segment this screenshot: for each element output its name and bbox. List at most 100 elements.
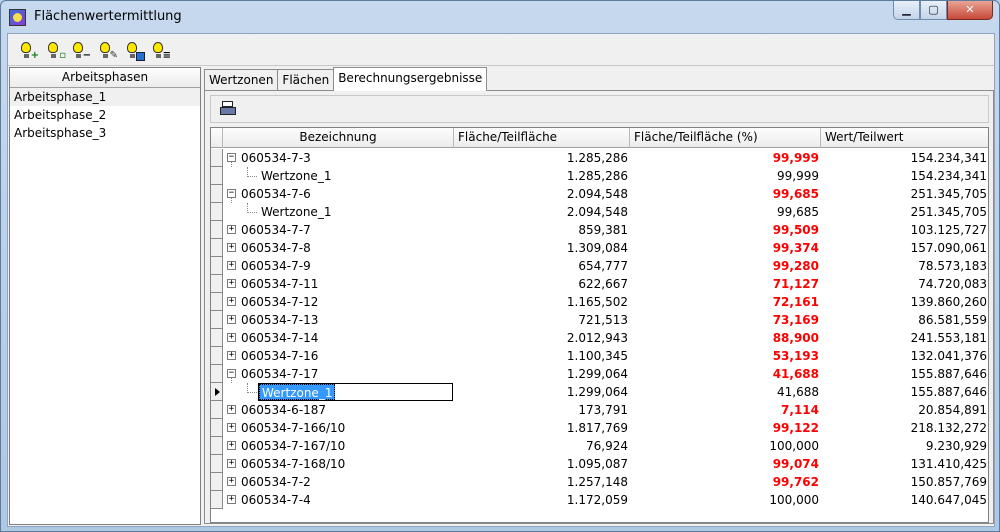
row-selector[interactable] — [211, 167, 223, 185]
column-header[interactable]: Fläche/Teilfläche (%) — [630, 128, 821, 148]
tab-1[interactable]: Flächen — [277, 69, 335, 91]
expand-icon[interactable]: + — [227, 315, 236, 324]
expand-icon[interactable]: + — [227, 495, 236, 504]
value-cell: 86.581,559 — [918, 313, 987, 327]
row-selector[interactable] — [211, 491, 223, 509]
table-row[interactable]: +060534-7-14 2.012,943 88,900 241.553,181 — [211, 329, 988, 347]
area-cell: 859,381 — [578, 223, 628, 237]
client-area: + ▫ − ✎ ≡ Arbeitsphasen Arbeitsphase_1 Ar… — [7, 33, 995, 527]
row-selector[interactable] — [211, 437, 223, 455]
expand-icon[interactable]: + — [227, 297, 236, 306]
expand-icon[interactable]: + — [227, 243, 236, 252]
row-selector[interactable] — [211, 455, 223, 473]
collapse-icon[interactable]: − — [227, 369, 236, 378]
table-row[interactable]: +060534-7-13 721,513 73,169 86.581,559 — [211, 311, 988, 329]
row-name: 060534-7-168/10 — [241, 457, 346, 471]
row-selector[interactable] — [211, 383, 223, 401]
table-row[interactable]: +060534-7-11 622,667 71,127 74.720,083 — [211, 275, 988, 293]
table-row[interactable]: −060534-7-3 1.285,286 99,999 154.234,341 — [211, 149, 988, 167]
table-row[interactable]: +060534-7-9 654,777 99,280 78.573,183 — [211, 257, 988, 275]
minimize-button[interactable]: ▁ — [893, 1, 920, 20]
collapse-icon[interactable]: − — [227, 153, 236, 162]
phases-header[interactable]: Arbeitsphasen — [10, 68, 200, 88]
tab-0[interactable]: Wertzonen — [204, 69, 279, 91]
table-row[interactable]: +060534-7-167/10 76,924 100,000 9.230,929 — [211, 437, 988, 455]
row-selector[interactable] — [211, 329, 223, 347]
table-row[interactable]: +060534-7-12 1.165,502 72,161 139.860,260 — [211, 293, 988, 311]
table-row[interactable]: +060534-7-166/10 1.817,769 99,122 218.132,2… — [211, 419, 988, 437]
table-row[interactable]: Wertzone_1 1.285,286 99,999 154.234,341 — [211, 167, 988, 185]
column-header[interactable]: Fläche/Teilfläche — [454, 128, 630, 148]
row-name[interactable]: Wertzone_1 — [259, 384, 336, 400]
expand-icon[interactable]: + — [227, 441, 236, 450]
table-button[interactable] — [125, 41, 145, 61]
table-row[interactable]: +060534-7-168/10 1.095,087 99,074 131.410,4… — [211, 455, 988, 473]
row-selector[interactable] — [211, 185, 223, 203]
tab-2[interactable]: Berechnungsergebnisse — [333, 67, 488, 91]
phase-item[interactable]: Arbeitsphase_3 — [10, 124, 200, 142]
close-button[interactable]: ✕ — [947, 1, 993, 20]
row-selector[interactable] — [211, 149, 223, 167]
value-cell: 251.345,705 — [910, 205, 987, 219]
row-selector[interactable] — [211, 365, 223, 383]
expand-icon[interactable]: + — [227, 225, 236, 234]
row-selector[interactable] — [211, 419, 223, 437]
column-header[interactable]: Bezeichnung — [223, 128, 454, 148]
maximize-button[interactable]: ▢ — [920, 1, 947, 20]
print-icon[interactable] — [220, 101, 238, 117]
expand-icon[interactable]: + — [227, 261, 236, 270]
table-row[interactable]: −060534-7-17 1.299,064 41,688 155.887,646 — [211, 365, 988, 383]
expand-icon[interactable]: + — [227, 459, 236, 468]
phase-item[interactable]: Arbeitsphase_2 — [10, 106, 200, 124]
table-row[interactable]: +060534-7-4 1.172,059 100,000 140.647,045 — [211, 491, 988, 509]
expand-icon[interactable]: + — [227, 279, 236, 288]
table-row[interactable]: Wertzone_1 1.299,064 41,688 155.887,646 — [211, 383, 988, 401]
calc-button[interactable]: ≡ — [151, 41, 171, 61]
copy-button[interactable]: ▫ — [46, 41, 66, 61]
area-cell: 1.299,064 — [566, 385, 628, 399]
row-selector[interactable] — [211, 275, 223, 293]
phase-item[interactable]: Arbeitsphase_1 — [10, 88, 200, 106]
table-row[interactable]: +060534-7-7 859,381 99,509 103.125,727 — [211, 221, 988, 239]
row-selector[interactable] — [211, 311, 223, 329]
table-row[interactable]: +060534-7-16 1.100,345 53,193 132.041,376 — [211, 347, 988, 365]
expand-icon[interactable]: + — [227, 351, 236, 360]
remove-button[interactable]: − — [71, 41, 91, 61]
percent-cell: 88,900 — [772, 331, 819, 345]
expand-icon[interactable]: + — [227, 423, 236, 432]
percent-cell: 99,280 — [772, 259, 819, 273]
expand-icon[interactable]: + — [227, 477, 236, 486]
phases-items: Arbeitsphase_1 Arbeitsphase_2 Arbeitsphase… — [10, 88, 200, 142]
table-row[interactable]: Wertzone_1 2.094,548 99,685 251.345,705 — [211, 203, 988, 221]
expand-icon[interactable]: + — [227, 333, 236, 342]
table-row[interactable]: +060534-6-187 173,791 7,114 20.854,891 — [211, 401, 988, 419]
value-cell: 139.860,260 — [910, 295, 987, 309]
percent-cell: 99,685 — [772, 187, 819, 201]
row-name: 060534-7-17 — [241, 367, 319, 381]
table-row[interactable]: +060534-7-8 1.309,084 99,374 157.090,061 — [211, 239, 988, 257]
row-selector[interactable] — [211, 239, 223, 257]
table-row[interactable]: −060534-7-6 2.094,548 99,685 251.345,705 — [211, 185, 988, 203]
row-selector[interactable] — [211, 401, 223, 419]
tree-line — [247, 176, 257, 177]
row-selector[interactable] — [211, 203, 223, 221]
row-name: 060534-7-14 — [241, 331, 319, 345]
column-header[interactable]: Wert/Teilwert — [821, 128, 988, 148]
expand-icon[interactable]: + — [227, 405, 236, 414]
row-selector[interactable] — [211, 257, 223, 275]
row-selector[interactable] — [211, 293, 223, 311]
phases-list[interactable]: Arbeitsphasen Arbeitsphase_1 Arbeitsphase… — [9, 67, 201, 525]
row-selector[interactable] — [211, 347, 223, 365]
title-bar[interactable]: Flächenwertermittlung ▁ ▢ ✕ — [1, 1, 999, 33]
area-cell: 2.012,943 — [566, 331, 628, 345]
percent-cell: 100,000 — [769, 493, 819, 507]
row-name: 060534-7-2 — [241, 475, 311, 489]
row-selector[interactable] — [211, 473, 223, 491]
results-grid[interactable]: Bezeichnung Fläche/Teilfläche Fläche/Teilf… — [210, 127, 989, 523]
edit-button[interactable]: ✎ — [98, 41, 118, 61]
row-selector[interactable] — [211, 221, 223, 239]
add-button[interactable]: + — [19, 41, 39, 61]
value-cell: 157.090,061 — [910, 241, 987, 255]
table-row[interactable]: +060534-7-2 1.257,148 99,762 150.857,769 — [211, 473, 988, 491]
collapse-icon[interactable]: − — [227, 189, 236, 198]
